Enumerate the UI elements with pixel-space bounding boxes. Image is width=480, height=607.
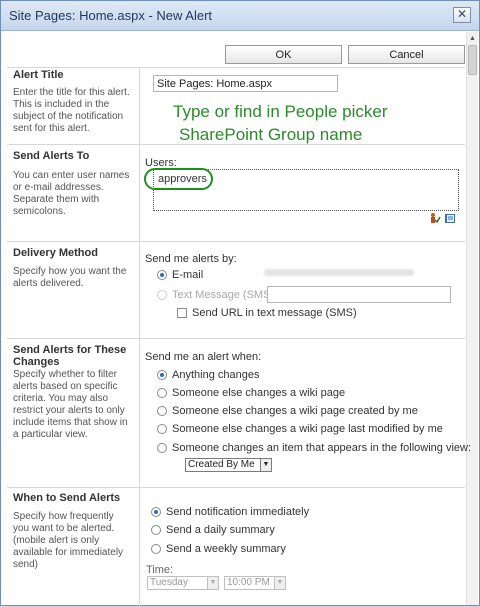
chevron-down-icon: ▼	[274, 577, 285, 589]
change-option-label: Someone changes an item that appears in …	[172, 442, 472, 454]
change-option-anything[interactable]: Anything changes	[157, 369, 259, 381]
when-option-weekly[interactable]: Send a weekly summary	[151, 543, 286, 555]
chevron-down-icon: ▼	[260, 459, 271, 471]
change-option-wiki-page[interactable]: Someone else changes a wiki page	[157, 387, 345, 399]
send-url-option[interactable]: Send URL in text message (SMS)	[177, 307, 357, 319]
scrollbar-thumb[interactable]	[468, 45, 477, 75]
changes-description: Specify whether to filter alerts based o…	[13, 369, 128, 440]
time-select: 10:00 PM ▼	[224, 576, 286, 590]
day-select-value: Tuesday	[150, 577, 188, 588]
time-label: Time:	[146, 564, 174, 576]
highlight-circle	[144, 168, 213, 190]
changes-prompt: Send me an alert when:	[145, 351, 262, 363]
window-title: Site Pages: Home.aspx - New Alert	[9, 8, 213, 23]
delivery-method-heading: Delivery Method	[13, 247, 98, 259]
day-select: Tuesday ▼	[147, 576, 219, 590]
close-button[interactable]: ✕	[453, 7, 471, 23]
new-alert-dialog: Site Pages: Home.aspx - New Alert ✕ ▲ OK…	[0, 0, 480, 607]
alert-title-description: Enter the title for this alert. This is …	[13, 87, 130, 134]
delivery-method-description: Specify how you want the alerts delivere…	[13, 266, 127, 289]
change-radio[interactable]	[157, 406, 167, 416]
sms-number-input[interactable]	[267, 286, 451, 303]
change-option-label: Someone else changes a wiki page last mo…	[172, 423, 443, 435]
changes-heading: Send Alerts for These Changes	[13, 344, 127, 368]
sms-label: Text Message (SMS)	[172, 289, 275, 301]
send-url-label: Send URL in text message (SMS)	[192, 307, 357, 319]
close-icon: ✕	[456, 7, 468, 21]
change-radio[interactable]	[157, 424, 167, 434]
sms-radio-option: Text Message (SMS)	[157, 289, 274, 301]
section-divider	[7, 67, 465, 68]
change-radio[interactable]	[157, 370, 167, 380]
section-divider	[7, 241, 465, 242]
scroll-up-icon[interactable]: ▲	[467, 33, 478, 45]
when-option-label: Send a daily summary	[166, 524, 275, 536]
when-radio[interactable]	[151, 507, 161, 517]
section-divider	[7, 144, 465, 145]
when-radio[interactable]	[151, 544, 161, 554]
change-option-label: Anything changes	[172, 369, 260, 381]
change-option-label: Someone else changes a wiki page	[172, 387, 346, 399]
time-select-value: 10:00 PM	[227, 577, 270, 588]
change-radio[interactable]	[157, 443, 167, 453]
column-divider	[139, 67, 140, 607]
alert-title-heading: Alert Title	[13, 69, 64, 81]
when-option-label: Send a weekly summary	[166, 543, 286, 555]
chevron-down-icon: ▼	[207, 577, 218, 589]
email-radio[interactable]	[157, 270, 167, 280]
check-names-icon[interactable]	[429, 212, 441, 224]
change-option-label: Someone else changes a wiki page created…	[172, 405, 418, 417]
email-radio-option[interactable]: E-mail	[157, 269, 203, 281]
when-option-immediately[interactable]: Send notification immediately	[151, 506, 309, 518]
view-select[interactable]: Created By Me ▼	[185, 458, 272, 472]
delivery-prompt: Send me alerts by:	[145, 253, 237, 265]
annotation-line-2: SharePoint Group name	[179, 125, 363, 144]
email-label: E-mail	[172, 269, 204, 281]
send-url-checkbox[interactable]	[177, 308, 187, 318]
send-alerts-to-heading: Send Alerts To	[13, 150, 90, 162]
when-option-label: Send notification immediately	[166, 506, 310, 518]
change-option-created-by-me[interactable]: Someone else changes a wiki page created…	[157, 405, 418, 417]
browse-address-book-icon[interactable]	[444, 212, 456, 224]
when-heading: When to Send Alerts	[13, 492, 121, 504]
view-select-value: Created By Me	[188, 459, 255, 470]
ok-button[interactable]: OK	[225, 45, 342, 64]
change-radio[interactable]	[157, 388, 167, 398]
annotation-line-1: Type or find in People picker	[173, 102, 388, 121]
title-bar: Site Pages: Home.aspx - New Alert ✕	[1, 1, 479, 31]
sms-radio	[157, 290, 167, 300]
when-radio[interactable]	[151, 525, 161, 535]
alert-title-input[interactable]	[153, 75, 338, 92]
change-option-modified-by-me[interactable]: Someone else changes a wiki page last mo…	[157, 423, 443, 435]
section-divider	[7, 487, 465, 488]
vertical-scrollbar[interactable]	[466, 32, 478, 605]
change-option-view[interactable]: Someone changes an item that appears in …	[157, 442, 471, 454]
when-option-daily[interactable]: Send a daily summary	[151, 524, 275, 536]
section-divider	[7, 338, 465, 339]
send-alerts-to-description: You can enter user names or e-mail addre…	[13, 170, 130, 217]
redacted-email-address	[264, 269, 414, 276]
cancel-button[interactable]: Cancel	[348, 45, 465, 64]
when-description: Specify how frequently you want to be al…	[13, 511, 124, 570]
